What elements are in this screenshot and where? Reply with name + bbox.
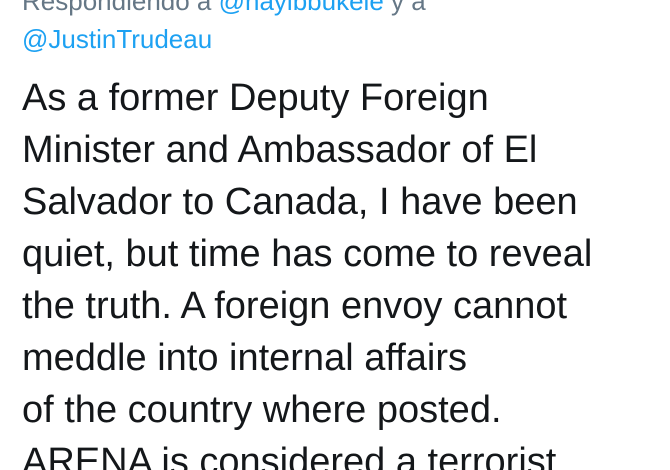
tweet-line: meddle into internal affairs	[22, 337, 467, 379]
mention-justintrudeau[interactable]: @JustinTrudeau	[22, 20, 662, 58]
reply-line-1: Respondiendo a @nayibbukele y a	[22, 0, 662, 20]
tweet-card: Respondiendo a @nayibbukele y a @JustinT…	[0, 0, 670, 470]
tweet-text: As a former Deputy Foreign Minister and …	[22, 72, 662, 470]
reply-connector: y a	[383, 0, 426, 16]
tweet-line: Minister and Ambassador of El	[22, 129, 538, 171]
mention-nayibbukele[interactable]: @nayibbukele	[219, 0, 384, 16]
tweet-line: Salvador to Canada, I have been	[22, 181, 578, 223]
tweet-line: As a former Deputy Foreign	[22, 77, 489, 119]
tweet-line: ARENA is considered a terrorist	[22, 441, 557, 470]
tweet-line: the truth. A foreign envoy cannot	[22, 285, 568, 327]
reply-prefix: Respondiendo a	[22, 0, 219, 16]
tweet-line: quiet, but time has come to reveal	[22, 233, 593, 275]
tweet-line: of the country where posted.	[22, 389, 502, 431]
reply-context: Respondiendo a @nayibbukele y a @JustinT…	[22, 0, 662, 58]
